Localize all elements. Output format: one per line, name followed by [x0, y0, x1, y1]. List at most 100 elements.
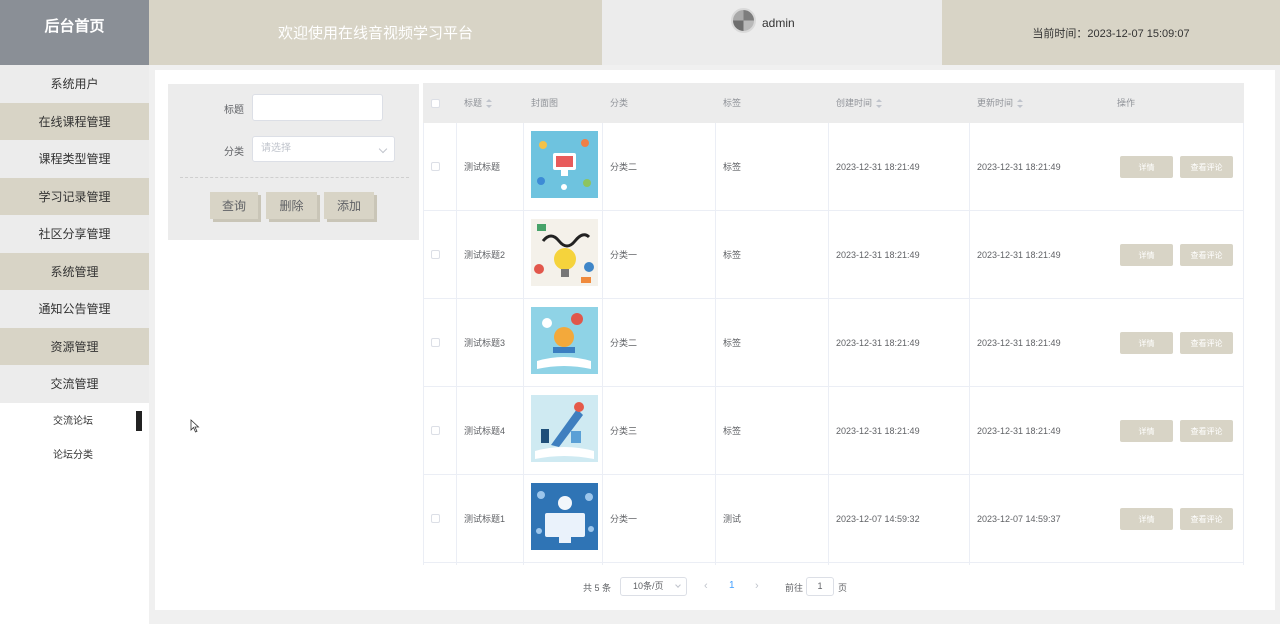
table-row: 测试标题4 分类三 标签 2023-12-31 18:21:49 2023-12… [423, 387, 1244, 475]
column-category: 分类 [610, 98, 629, 108]
sidebar-subitem-forum-category[interactable]: 论坛分类 [0, 437, 149, 471]
sidebar-item-resources[interactable]: 资源管理 [0, 327, 149, 365]
cover-image[interactable] [531, 395, 598, 462]
row-checkbox[interactable] [431, 338, 440, 347]
pagination-total: 共 5 条 [583, 583, 612, 593]
brand-home[interactable]: 后台首页 [0, 0, 149, 65]
current-time: 当前时间：2023-12-07 15:09:07 [942, 0, 1280, 65]
sidebar-subitem-forum[interactable]: 交流论坛 [0, 403, 149, 437]
row-category: 分类二 [610, 338, 638, 348]
row-title: 测试标题4 [464, 426, 506, 436]
row-tags: 标签 [723, 426, 742, 436]
sidebar-subitem-label: 论坛分类 [53, 450, 93, 461]
goto-page-input[interactable]: 1 [806, 577, 834, 596]
row-title: 测试标题1 [464, 514, 506, 524]
row-tags: 标签 [723, 162, 742, 172]
column-tags: 标签 [723, 98, 742, 108]
cursor-icon [190, 419, 200, 433]
column-actions: 操作 [1117, 98, 1136, 108]
row-category: 分类二 [610, 162, 638, 172]
sidebar-item-online-courses[interactable]: 在线课程管理 [0, 102, 149, 140]
row-created: 2023-12-31 18:21:49 [836, 426, 920, 436]
chevron-down-icon [675, 582, 681, 588]
sidebar-subitem-label: 交流论坛 [53, 416, 93, 427]
sort-icon[interactable] [1017, 98, 1024, 109]
row-category: 分类一 [610, 514, 638, 524]
cover-image[interactable] [531, 483, 598, 550]
row-title: 测试标题3 [464, 338, 506, 348]
data-table: 标题 封面图 分类 标签 创建时间 更新时间 操作 测试标题 分类二 标签 20… [423, 83, 1244, 565]
row-category: 分类一 [610, 250, 638, 260]
cover-image[interactable] [531, 131, 598, 198]
sidebar-item-system-users[interactable]: 系统用户 [0, 65, 149, 103]
cover-image[interactable] [531, 307, 598, 374]
detail-button[interactable]: 详情 [1120, 332, 1173, 354]
table-row: 测试标题3 分类二 标签 2023-12-31 18:21:49 2023-12… [423, 299, 1244, 387]
row-checkbox[interactable] [431, 514, 440, 523]
select-all-checkbox[interactable] [431, 99, 440, 108]
page-size-value: 10条/页 [633, 581, 664, 591]
sidebar-item-exchange[interactable]: 交流管理 [0, 365, 149, 403]
column-updated[interactable]: 更新时间 [977, 83, 1024, 123]
page-size-select[interactable]: 10条/页 [620, 577, 687, 596]
row-title: 测试标题 [464, 162, 501, 172]
row-tags: 测试 [723, 514, 742, 524]
view-comments-button[interactable]: 查看评论 [1180, 508, 1233, 530]
detail-button[interactable]: 详情 [1120, 244, 1173, 266]
detail-button[interactable]: 详情 [1120, 156, 1173, 178]
user-area [602, 0, 942, 65]
row-checkbox[interactable] [431, 162, 440, 171]
add-button[interactable]: 添加 [324, 192, 374, 219]
detail-button[interactable]: 详情 [1120, 420, 1173, 442]
detail-button[interactable]: 详情 [1120, 508, 1173, 530]
divider [180, 177, 409, 178]
table-header: 标题 封面图 分类 标签 创建时间 更新时间 操作 [423, 83, 1244, 123]
avatar[interactable] [731, 8, 756, 33]
column-title[interactable]: 标题 [464, 83, 493, 123]
chevron-down-icon [378, 144, 388, 154]
row-updated: 2023-12-31 18:21:49 [977, 162, 1061, 172]
row-created: 2023-12-07 14:59:32 [836, 514, 920, 524]
row-title: 测试标题2 [464, 250, 506, 260]
view-comments-button[interactable]: 查看评论 [1180, 244, 1233, 266]
view-comments-button[interactable]: 查看评论 [1180, 332, 1233, 354]
sidebar: 系统用户 在线课程管理 课程类型管理 学习记录管理 社区分享管理 系统管理 通知… [0, 65, 149, 624]
table-row: 测试标题 分类二 标签 2023-12-31 18:21:49 2023-12-… [423, 123, 1244, 211]
row-checkbox[interactable] [431, 250, 440, 259]
row-created: 2023-12-31 18:21:49 [836, 250, 920, 260]
prev-page-icon[interactable]: ‹ [704, 580, 708, 592]
category-select[interactable]: 请选择 [252, 136, 395, 162]
view-comments-button[interactable]: 查看评论 [1180, 420, 1233, 442]
row-updated: 2023-12-31 18:21:49 [977, 338, 1061, 348]
query-button[interactable]: 查询 [210, 192, 258, 219]
cover-image[interactable] [531, 219, 598, 286]
category-label: 分类 [224, 147, 244, 158]
column-cover: 封面图 [531, 98, 559, 108]
row-updated: 2023-12-07 14:59:37 [977, 514, 1061, 524]
row-updated: 2023-12-31 18:21:49 [977, 426, 1061, 436]
page-suffix: 页 [838, 583, 848, 593]
welcome-banner: 欢迎使用在线音视频学习平台 [149, 0, 602, 65]
row-updated: 2023-12-31 18:21:49 [977, 250, 1061, 260]
row-checkbox[interactable] [431, 426, 440, 435]
delete-button[interactable]: 删除 [266, 192, 317, 219]
sidebar-item-study-records[interactable]: 学习记录管理 [0, 177, 149, 215]
sidebar-item-course-types[interactable]: 课程类型管理 [0, 140, 149, 178]
row-tags: 标签 [723, 250, 742, 260]
sidebar-item-notices[interactable]: 通知公告管理 [0, 290, 149, 328]
active-indicator [136, 410, 142, 431]
title-label: 标题 [224, 105, 244, 116]
table-row: 测试标题1 分类一 测试 2023-12-07 14:59:32 2023-12… [423, 475, 1244, 563]
column-created[interactable]: 创建时间 [836, 83, 883, 123]
row-tags: 标签 [723, 338, 742, 348]
username[interactable]: admin [762, 16, 795, 30]
view-comments-button[interactable]: 查看评论 [1180, 156, 1233, 178]
title-input[interactable] [252, 94, 383, 121]
sidebar-item-community-share[interactable]: 社区分享管理 [0, 215, 149, 253]
next-page-icon[interactable]: › [755, 580, 759, 592]
sidebar-item-system-management[interactable]: 系统管理 [0, 252, 149, 290]
sort-icon[interactable] [876, 98, 883, 109]
page-number[interactable]: 1 [729, 580, 735, 591]
sort-icon[interactable] [486, 98, 493, 109]
category-placeholder: 请选择 [261, 143, 291, 154]
